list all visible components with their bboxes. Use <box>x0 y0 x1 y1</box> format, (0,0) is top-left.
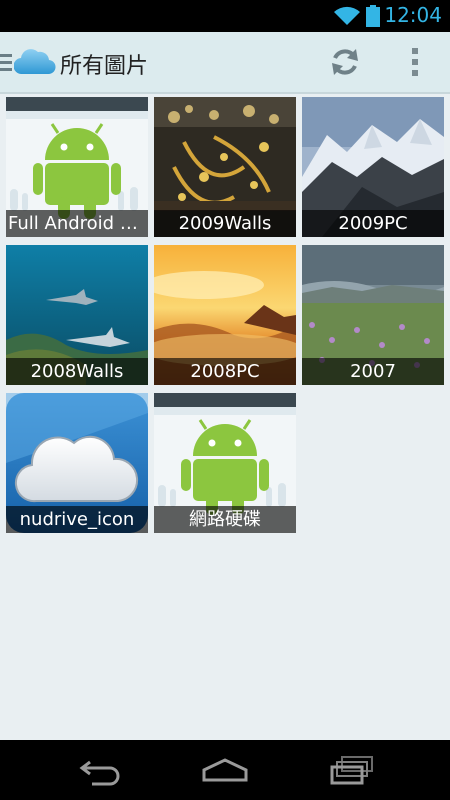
action-bar: 所有圖片 <box>0 32 450 94</box>
status-bar: 12:04 <box>0 0 450 32</box>
clock: 12:04 <box>384 3 442 27</box>
folder-tile[interactable]: nudrive_icon <box>6 393 148 533</box>
folder-label: Full Android o... <box>6 210 148 237</box>
menu-icon[interactable] <box>0 54 12 72</box>
folder-tile[interactable]: 2008Walls <box>6 245 148 385</box>
back-icon[interactable] <box>78 754 124 786</box>
folder-label: nudrive_icon <box>6 506 148 533</box>
folder-tile[interactable]: 2009PC <box>302 97 444 237</box>
folder-tile[interactable]: 2007 <box>302 245 444 385</box>
folder-label: 網路硬碟 <box>154 506 296 533</box>
folder-label: 2008PC <box>154 358 296 385</box>
folder-label: 2009PC <box>302 210 444 237</box>
folder-label: 2008Walls <box>6 358 148 385</box>
folder-tile[interactable]: 網路硬碟 <box>154 393 296 533</box>
recent-apps-icon[interactable] <box>328 754 376 786</box>
navigation-bar <box>0 740 450 800</box>
folder-label: 2007 <box>302 358 444 385</box>
folder-tile[interactable]: 2009Walls <box>154 97 296 237</box>
cloud-logo-icon[interactable] <box>14 46 56 76</box>
overflow-menu-icon[interactable] <box>400 44 430 80</box>
battery-icon <box>366 5 380 27</box>
home-icon[interactable] <box>200 754 250 786</box>
refresh-icon[interactable] <box>328 45 362 79</box>
wifi-icon <box>334 6 360 25</box>
folder-tile[interactable]: Full Android o... <box>6 97 148 237</box>
folder-label: 2009Walls <box>154 210 296 237</box>
folder-tile[interactable]: 2008PC <box>154 245 296 385</box>
page-title: 所有圖片 <box>60 54 149 79</box>
